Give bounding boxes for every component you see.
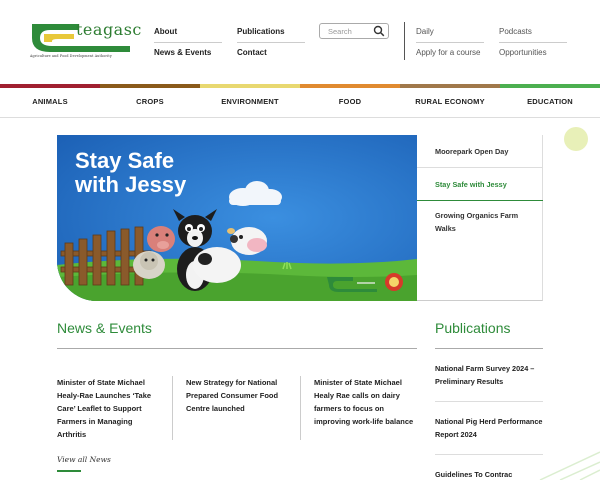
teagasc-logo[interactable]: teagasc Agriculture and Food Development… [30,20,141,64]
search-input[interactable] [328,26,374,37]
side-item-growing-organics[interactable]: Growing Organics Farm Walks [417,201,543,245]
nav-tab-rural-economy[interactable]: RURAL ECONOMY [400,84,500,118]
nav-tab-label: FOOD [338,97,362,106]
view-all-underline [57,470,81,472]
hero-banner[interactable]: Stay Safe with Jessy [57,135,417,301]
header-divider [404,22,405,60]
nav-color-bar [100,84,200,88]
nav-tab-environment[interactable]: ENVIRONMENT [200,84,300,118]
column-divider [300,376,301,440]
nav-link-podcasts[interactable]: Podcasts [499,27,567,43]
hero-title: Stay Safe with Jessy [75,148,187,197]
nav-link-apply-course[interactable]: Apply for a course [416,48,480,63]
nav-link-daily[interactable]: Daily [416,27,484,43]
publications-section-title: Publications [435,320,511,336]
publications-divider [435,348,543,349]
nav-tab-label: ANIMALS [32,97,68,106]
decorative-circle [564,127,588,151]
logo-subtitle: Agriculture and Food Development Authori… [30,54,112,58]
nav-color-bar [500,84,600,88]
nav-link-news-events[interactable]: News & Events [154,48,211,63]
nav-link-about[interactable]: About [154,27,222,43]
news-divider [57,348,417,349]
search-box [319,23,389,39]
nav-tab-label: ENVIRONMENT [221,97,279,106]
side-item-stay-safe[interactable]: Stay Safe with Jessy [417,168,543,201]
nav-tab-food[interactable]: FOOD [300,84,400,118]
publication-item[interactable]: Guidelines To Contrac [435,468,543,480]
view-all-news-link[interactable]: View all News [57,455,111,464]
news-section-title: News & Events [57,320,152,336]
nav-tab-education[interactable]: EDUCATION [500,84,600,118]
nav-tab-label: EDUCATION [527,97,573,106]
site-header: teagasc Agriculture and Food Development… [0,0,600,84]
nav-link-opportunities[interactable]: Opportunities [499,48,547,63]
side-item-moorepark[interactable]: Moorepark Open Day [417,135,543,168]
hero-side-list: Moorepark Open Day Stay Safe with Jessy … [417,135,543,301]
news-item[interactable]: New Strategy for National Prepared Consu… [186,376,286,415]
nav-color-bar [300,84,400,88]
nav-link-contact[interactable]: Contact [237,48,267,63]
publication-item[interactable]: National Farm Survey 2024 – Preliminary … [435,362,543,388]
nav-link-publications[interactable]: Publications [237,27,305,43]
publication-divider [435,401,543,402]
publication-divider [435,454,543,455]
nav-color-bar [400,84,500,88]
nav-tab-animals[interactable]: ANIMALS [0,84,100,118]
main-nav: ANIMALS CROPS ENVIRONMENT FOOD RURAL ECO… [0,84,600,118]
publication-item[interactable]: National Pig Herd Performance Report 202… [435,415,543,441]
nav-color-bar [200,84,300,88]
news-item[interactable]: Minister of State Michael Healy Rae call… [314,376,418,428]
logo-wordmark: teagasc [76,20,142,39]
nav-tab-crops[interactable]: CROPS [100,84,200,118]
search-icon[interactable] [373,25,385,37]
nav-tab-label: CROPS [136,97,164,106]
nav-color-bar [0,84,100,88]
column-divider [172,376,173,440]
nav-tab-label: RURAL ECONOMY [415,97,485,106]
news-item[interactable]: Minister of State Michael Healy-Rae Laun… [57,376,157,441]
